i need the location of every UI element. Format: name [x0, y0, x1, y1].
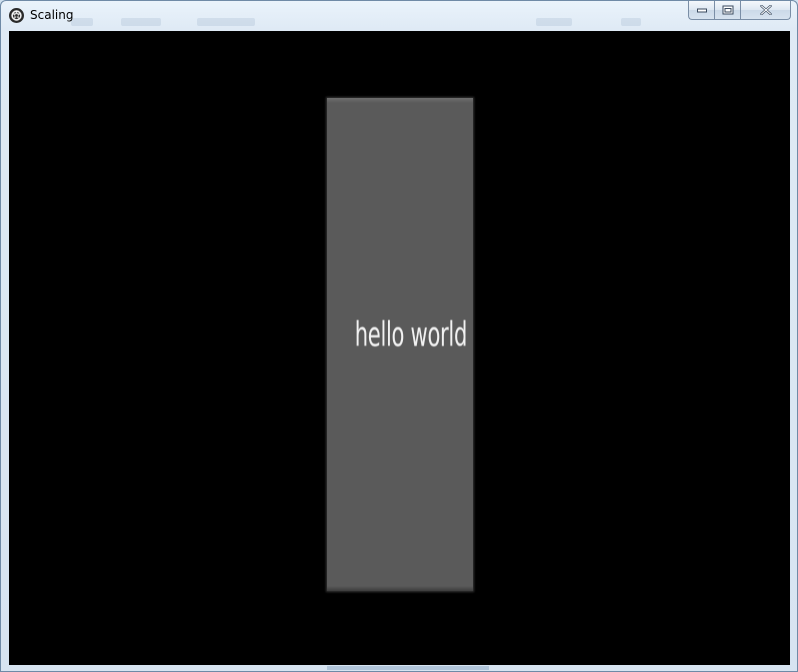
maximize-button[interactable]: [714, 1, 740, 20]
app-window: Scaling hello world: [0, 0, 798, 672]
background-ghost: [71, 18, 93, 26]
render-canvas[interactable]: hello world: [9, 31, 790, 665]
background-ghost: [536, 18, 572, 26]
minimize-icon: [696, 8, 707, 13]
maximize-icon: [722, 5, 733, 15]
window-bottom-edge: [327, 666, 489, 670]
close-icon: [759, 5, 772, 15]
caption-buttons: [688, 1, 791, 20]
background-ghost: [197, 18, 255, 26]
background-ghost: [621, 18, 641, 26]
scaled-panel: hello world: [327, 98, 473, 591]
background-ghost: [121, 18, 161, 26]
hello-world-label: hello world: [354, 315, 468, 355]
close-button[interactable]: [740, 1, 791, 20]
window-title: Scaling: [30, 8, 74, 22]
minimize-button[interactable]: [688, 1, 714, 20]
title-bar[interactable]: Scaling: [1, 1, 797, 30]
gear-icon[interactable]: [8, 7, 25, 24]
